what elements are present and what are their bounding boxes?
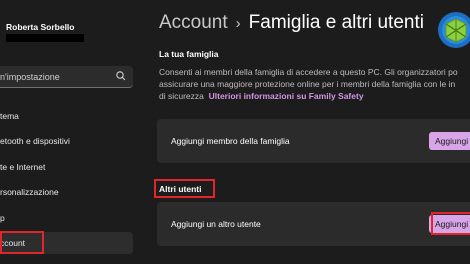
search-box[interactable]: n'impostazione (0, 66, 133, 88)
sidebar-item-bluetooth[interactable]: etooth e dispositivi (0, 130, 133, 152)
sidebar-item-label: p (0, 213, 5, 223)
add-family-member-card: Aggiungi membro della famiglia Aggiungi (157, 119, 470, 163)
sidebar-item-apps[interactable]: p (0, 207, 133, 229)
breadcrumb: Account › Famiglia e altri utenti (159, 12, 424, 34)
section-title-family: La tua famiglia (159, 49, 219, 59)
add-family-member-button[interactable]: Aggiungi (429, 132, 470, 150)
sidebar-item-label: rsonalizzazione (0, 187, 59, 197)
family-description-line: di sicurezza (159, 91, 204, 101)
sidebar-item-personalization[interactable]: rsonalizzazione (0, 181, 133, 203)
family-icon (438, 12, 470, 48)
page-title: Famiglia e altri utenti (248, 12, 424, 33)
family-safety-link[interactable]: Ulteriori informazioni su Family Safety (209, 91, 364, 101)
highlight-box-add-user (431, 212, 470, 235)
user-name: Roberta Sorbello (6, 22, 75, 32)
highlight-box-other-users (154, 179, 215, 198)
sidebar: Roberta Sorbello n'impostazione tema eto… (0, 0, 145, 264)
breadcrumb-parent[interactable]: Account (159, 12, 228, 33)
sidebar-item-label: etooth e dispositivi (0, 136, 70, 146)
add-other-user-label: Aggiungi un altro utente (171, 219, 261, 229)
family-description: Consenti ai membri della famiglia di acc… (159, 66, 470, 102)
search-icon[interactable] (115, 70, 127, 82)
main-content: Account › Famiglia e altri utenti La tua f… (145, 0, 470, 264)
breadcrumb-separator: › (235, 15, 241, 32)
add-family-member-label: Aggiungi membro della famiglia (171, 136, 290, 146)
sidebar-item-label: tema (0, 111, 19, 121)
sidebar-item-label: te e Internet (0, 162, 46, 172)
sidebar-item-network[interactable]: te e Internet (0, 156, 133, 178)
family-description-line: assicurare una maggiore protezione onlin… (159, 79, 456, 89)
family-description-line: Consenti ai membri della famiglia di acc… (159, 67, 458, 77)
user-email-redacted (6, 34, 84, 42)
highlight-box-account (0, 231, 44, 254)
search-input[interactable]: n'impostazione (0, 72, 60, 82)
sidebar-item-sistema[interactable]: tema (0, 105, 133, 127)
add-other-user-card: Aggiungi un altro utente Aggiungi (157, 202, 470, 246)
